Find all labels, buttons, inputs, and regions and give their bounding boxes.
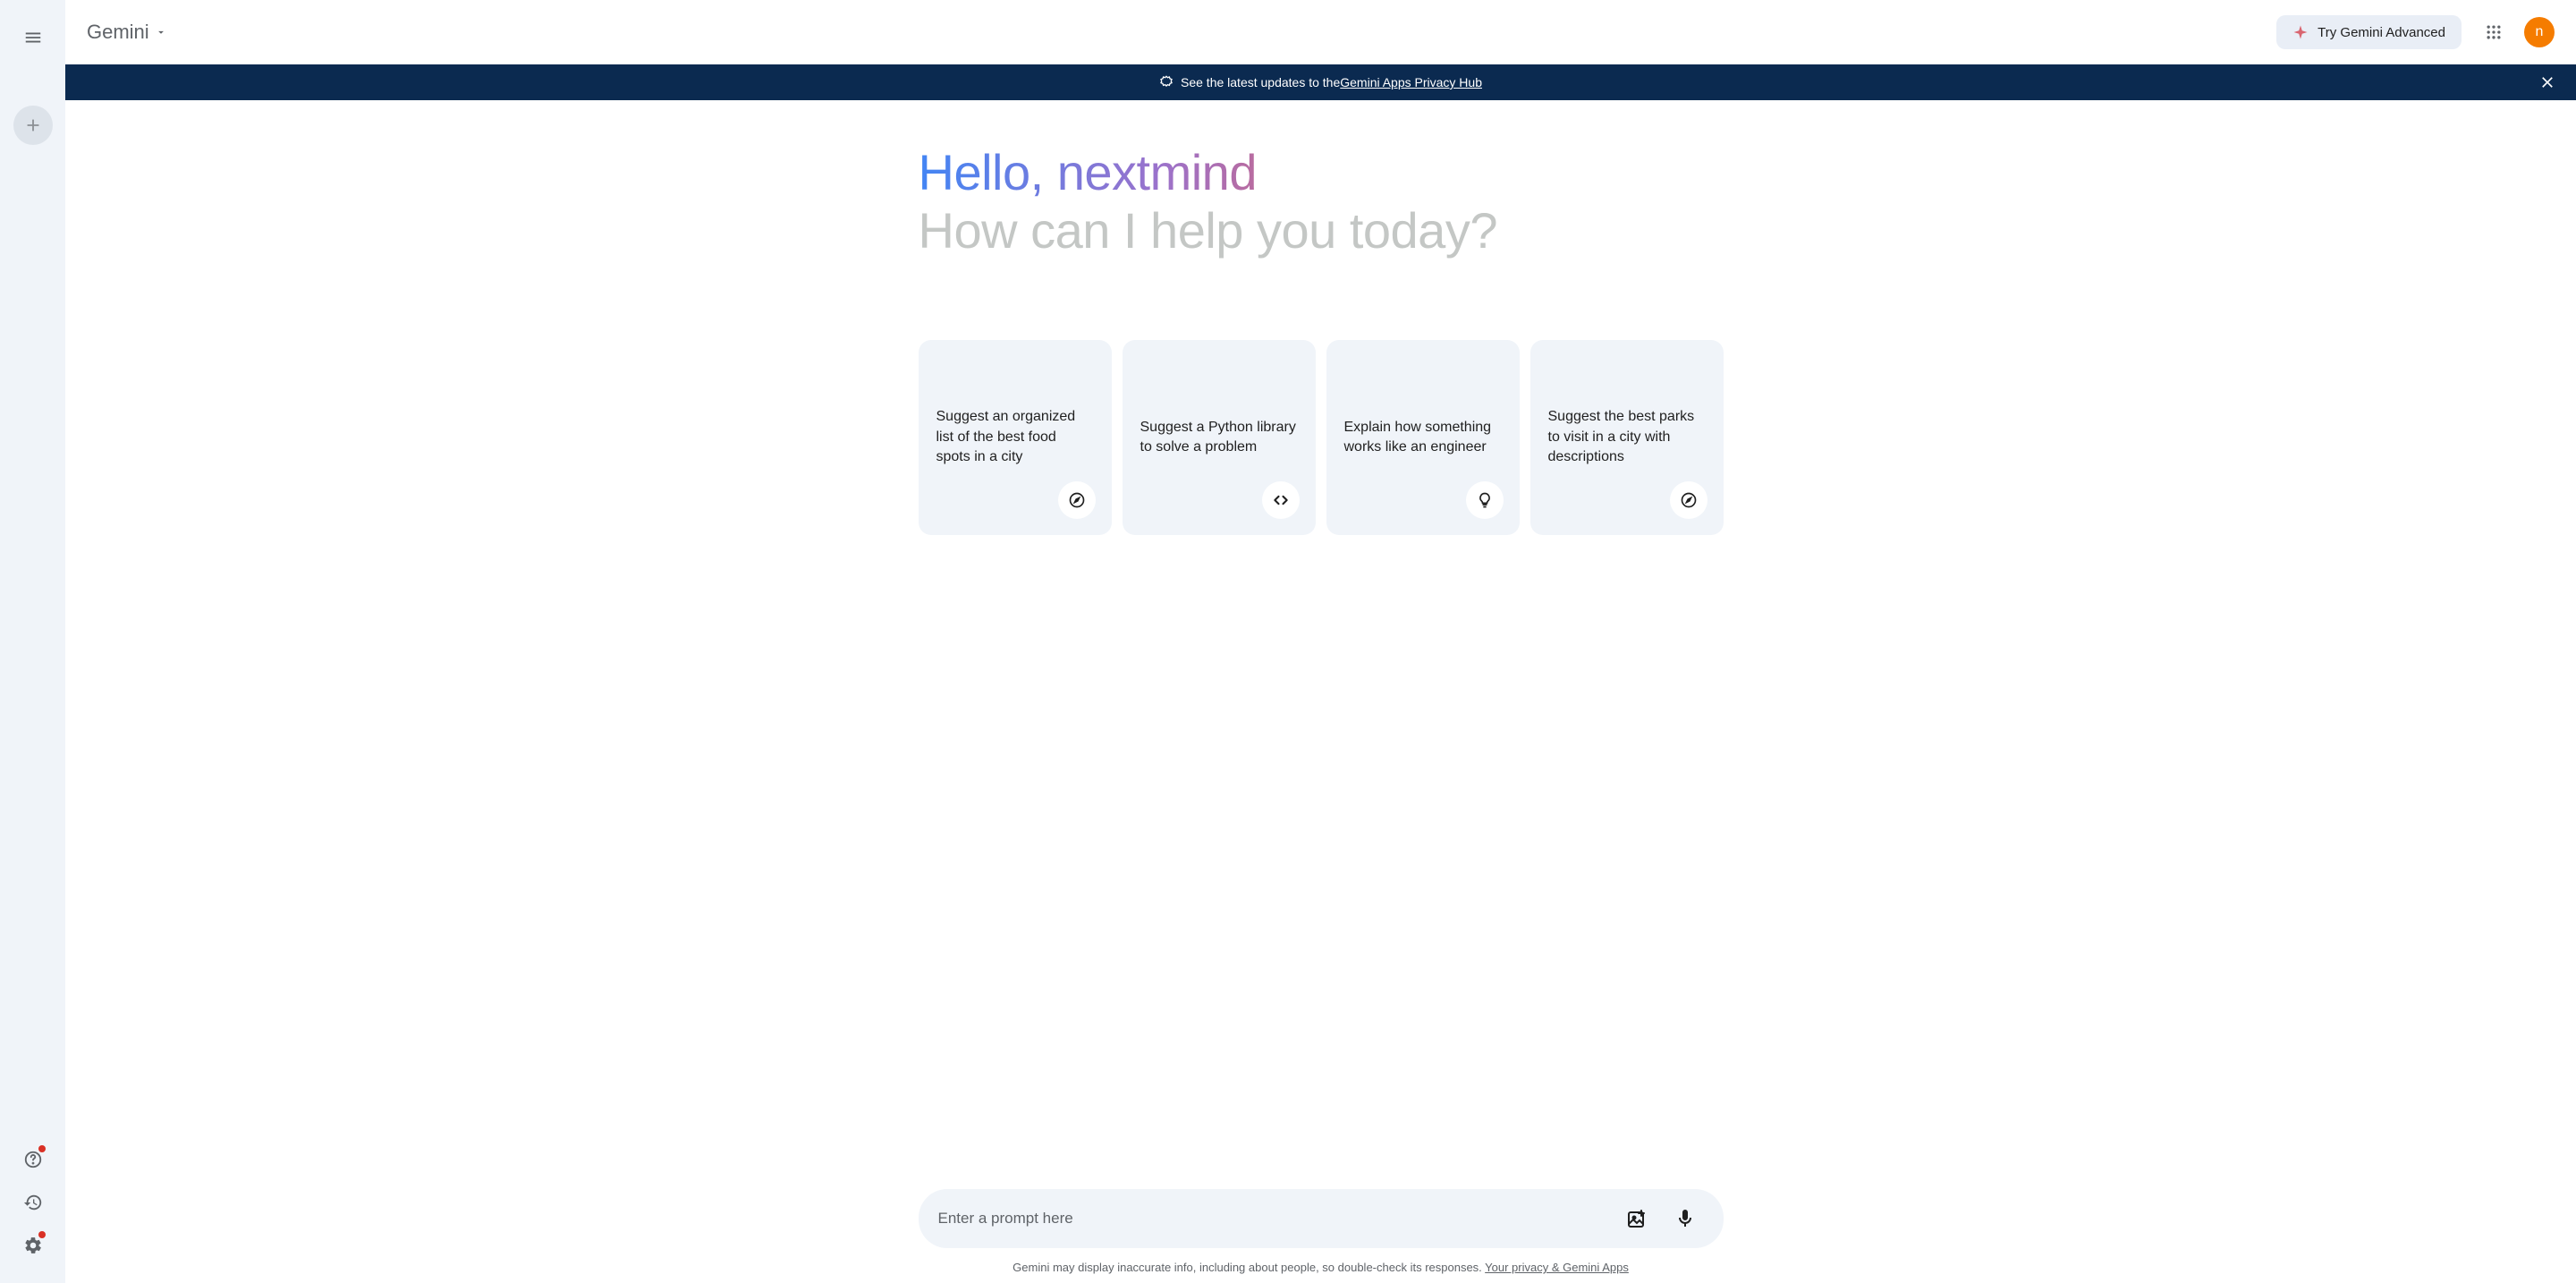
greeting: Hello, nextmind (919, 143, 1724, 201)
notification-dot (38, 1145, 46, 1152)
card-text: Suggest the best parks to visit in a cit… (1548, 407, 1706, 467)
privacy-banner: See the latest updates to the Gemini App… (65, 64, 2576, 100)
apps-grid-icon (2485, 23, 2503, 41)
sparkle-icon (2292, 24, 2309, 40)
compass-icon (1670, 481, 1707, 519)
app-title-dropdown[interactable]: Gemini (87, 21, 167, 44)
banner-link[interactable]: Gemini Apps Privacy Hub (1340, 75, 1482, 89)
history-icon (23, 1193, 43, 1212)
disclaimer-link[interactable]: Your privacy & Gemini Apps (1485, 1261, 1629, 1274)
mic-icon (1674, 1208, 1696, 1229)
try-advanced-button[interactable]: Try Gemini Advanced (2276, 15, 2462, 49)
gear-icon (23, 1236, 43, 1255)
card-text: Explain how something works like an engi… (1344, 418, 1502, 458)
upload-image-button[interactable] (1618, 1200, 1656, 1237)
plus-icon (23, 115, 43, 135)
help-button[interactable] (13, 1140, 53, 1179)
prompt-input[interactable] (938, 1210, 1607, 1228)
code-icon (1262, 481, 1300, 519)
help-icon (23, 1150, 43, 1169)
menu-button[interactable] (13, 18, 53, 57)
suggestion-card[interactable]: Suggest the best parks to visit in a cit… (1530, 340, 1724, 535)
main-area: Gemini Try Gemini Advanced n See the lat… (65, 0, 2576, 1283)
settings-button[interactable] (13, 1226, 53, 1265)
card-text: Suggest an organized list of the best fo… (936, 407, 1094, 467)
chevron-down-icon (155, 26, 167, 38)
disclaimer: Gemini may display inaccurate info, incl… (919, 1261, 1724, 1274)
suggestion-card[interactable]: Suggest an organized list of the best fo… (919, 340, 1112, 535)
prompt-input-bar (919, 1189, 1724, 1248)
hamburger-icon (23, 28, 43, 47)
suggestion-cards: Suggest an organized list of the best fo… (919, 340, 1724, 535)
compass-icon (1058, 481, 1096, 519)
disclaimer-text: Gemini may display inaccurate info, incl… (1013, 1261, 1485, 1274)
sidebar (0, 0, 65, 1283)
app-title: Gemini (87, 21, 149, 44)
suggestion-card[interactable]: Suggest a Python library to solve a prob… (1123, 340, 1316, 535)
subgreeting: How can I help you today? (919, 201, 1724, 259)
history-button[interactable] (13, 1183, 53, 1222)
notification-dot (38, 1231, 46, 1238)
avatar-initial: n (2536, 24, 2544, 40)
banner-text: See the latest updates to the (1181, 75, 1340, 89)
close-icon (2538, 73, 2556, 91)
content: Hello, nextmind How can I help you today… (65, 100, 2576, 1283)
mic-button[interactable] (1666, 1200, 1704, 1237)
new-chat-button[interactable] (13, 106, 53, 145)
card-text: Suggest a Python library to solve a prob… (1140, 418, 1298, 458)
image-icon (1626, 1208, 1648, 1229)
try-advanced-label: Try Gemini Advanced (2318, 25, 2445, 40)
google-apps-button[interactable] (2474, 13, 2513, 52)
lightbulb-icon (1466, 481, 1504, 519)
suggestion-card[interactable]: Explain how something works like an engi… (1326, 340, 1520, 535)
badge-icon (1159, 75, 1174, 89)
header: Gemini Try Gemini Advanced n (65, 0, 2576, 64)
avatar[interactable]: n (2524, 17, 2555, 47)
banner-close-button[interactable] (2533, 68, 2562, 97)
